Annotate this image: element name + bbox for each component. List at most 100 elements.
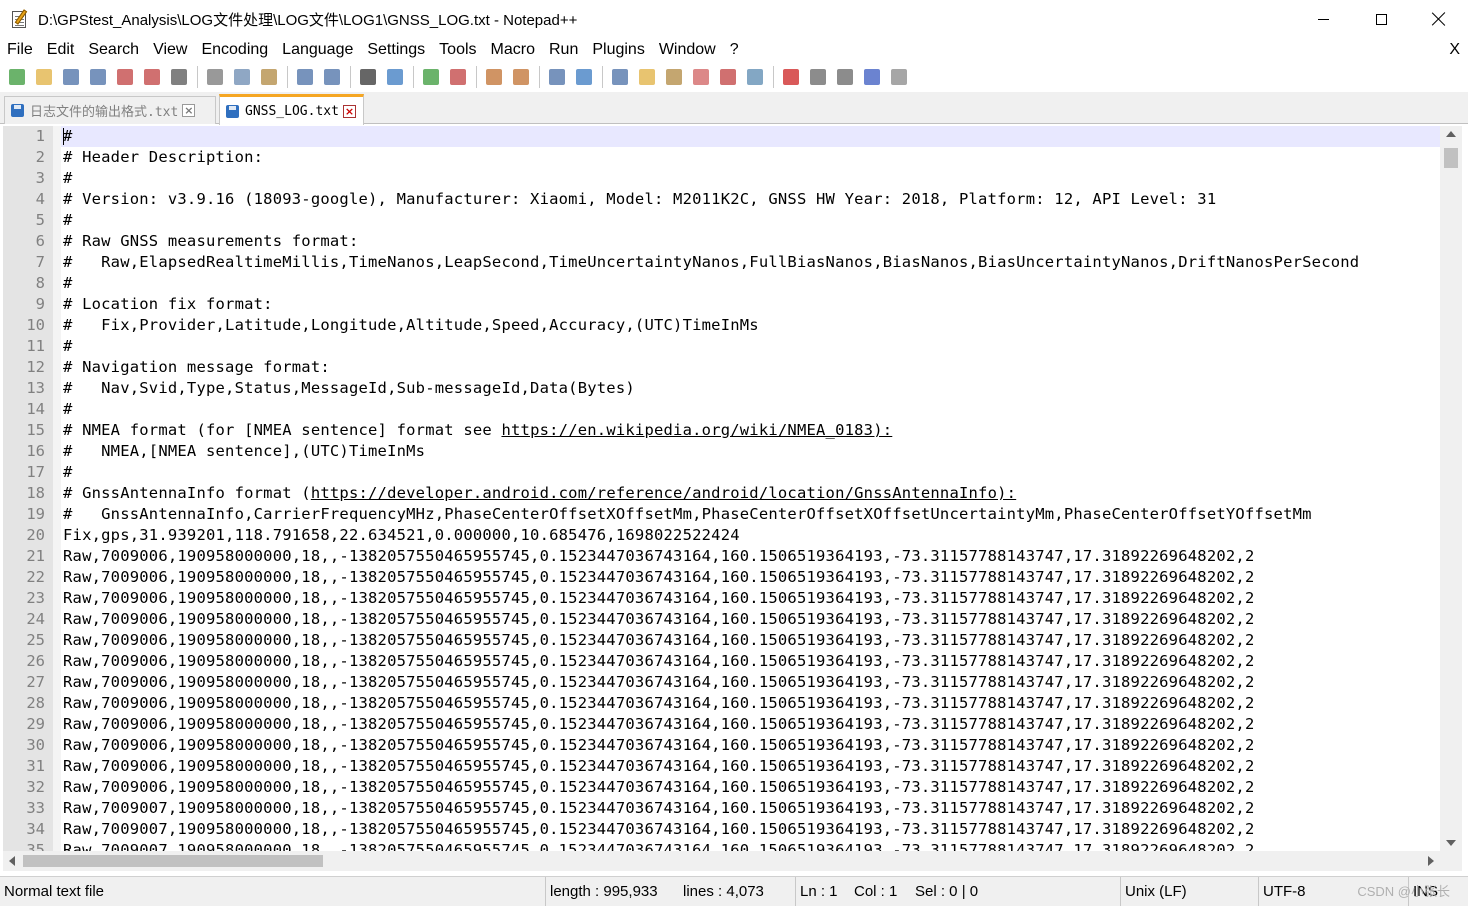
editor-line[interactable]: 9 # Location fix format: (3, 294, 1440, 315)
show-all-chars-icon[interactable] (573, 66, 595, 88)
editor-line[interactable]: 3 # (3, 168, 1440, 189)
menu-macro[interactable]: Macro (484, 38, 542, 62)
menu-view[interactable]: View (146, 38, 194, 62)
scroll-down-icon[interactable] (1446, 840, 1456, 846)
new-file-icon[interactable] (6, 66, 28, 88)
doc-list-icon[interactable] (717, 66, 739, 88)
save-macro-icon[interactable] (888, 66, 910, 88)
stop-macro-icon[interactable] (807, 66, 829, 88)
tab-gnss-log-txt[interactable]: GNSS_LOG.txt × (219, 94, 364, 125)
editor-line[interactable]: 23 Raw,7009006,190958000000,18,,-13820575… (3, 588, 1440, 609)
horizontal-scroll-thumb[interactable] (23, 855, 323, 867)
line-text: # (63, 211, 73, 229)
text-editor[interactable]: 1 #2 # Header Description: 3 #4 # Version: v3… (3, 126, 1440, 851)
scroll-left-icon[interactable] (9, 856, 15, 866)
doc-map-icon[interactable] (636, 66, 658, 88)
editor-line[interactable]: 22 Raw,7009006,190958000000,18,,-13820575… (3, 567, 1440, 588)
copy-icon[interactable] (231, 66, 253, 88)
editor-line[interactable]: 28 Raw,7009006,190958000000,18,,-13820575… (3, 693, 1440, 714)
close-all-icon[interactable] (141, 66, 163, 88)
cut-icon[interactable] (204, 66, 226, 88)
editor-line[interactable]: 4 # Version: v3.9.16 (18093-google), Manu… (3, 189, 1440, 210)
zoom-out-icon[interactable] (447, 66, 469, 88)
close-file-icon[interactable] (114, 66, 136, 88)
save-icon[interactable] (60, 66, 82, 88)
sync-horizontal-icon[interactable] (510, 66, 532, 88)
editor-line[interactable]: 1 # (3, 126, 1440, 147)
editor-line[interactable]: 29 Raw,7009006,190958000000,18,,-13820575… (3, 714, 1440, 735)
editor-line[interactable]: 33 Raw,7009007,190958000000,18,,-13820575… (3, 798, 1440, 819)
hyperlink[interactable]: https://en.wikipedia.org/wiki/NMEA_0183)… (501, 421, 892, 439)
editor-line[interactable]: 26 Raw,7009006,190958000000,18,,-13820575… (3, 651, 1440, 672)
replace-icon[interactable] (384, 66, 406, 88)
menu-window[interactable]: Window (652, 38, 723, 62)
editor-line[interactable]: 11 # (3, 336, 1440, 357)
close-document-button[interactable]: X (1449, 38, 1460, 62)
editor-line[interactable]: 14 # (3, 399, 1440, 420)
editor-line[interactable]: 13 # Nav,Svid,Type,Status,MessageId,Sub-m… (3, 378, 1440, 399)
menu-tools[interactable]: Tools (432, 38, 483, 62)
save-all-icon[interactable] (87, 66, 109, 88)
editor-line[interactable]: 16 # NMEA,[NMEA sentence],(UTC)TimeInMs (3, 441, 1440, 462)
editor-line[interactable]: 21 Raw,7009006,190958000000,18,,-13820575… (3, 546, 1440, 567)
close-tab-icon[interactable]: × (342, 104, 356, 118)
print-icon[interactable] (168, 66, 190, 88)
run-macro-multiple-icon[interactable] (861, 66, 883, 88)
menu-run[interactable]: Run (542, 38, 585, 62)
menu-edit[interactable]: Edit (40, 38, 82, 62)
scroll-right-icon[interactable] (1428, 856, 1434, 866)
menu-settings[interactable]: Settings (360, 38, 432, 62)
vertical-scrollbar[interactable] (1440, 126, 1462, 851)
editor-line[interactable]: 6 # Raw GNSS measurements format: (3, 231, 1440, 252)
menu-encoding[interactable]: Encoding (194, 38, 275, 62)
editor-line[interactable]: 12 # Navigation message format: (3, 357, 1440, 378)
word-wrap-icon[interactable] (546, 66, 568, 88)
editor-line[interactable]: 7 # Raw,ElapsedRealtimeMillis,TimeNanos,L… (3, 252, 1440, 273)
open-file-icon[interactable] (33, 66, 55, 88)
maximize-button[interactable] (1352, 0, 1410, 38)
indent-guide-icon[interactable] (609, 66, 631, 88)
notepad-plus-plus-app-icon[interactable] (10, 9, 30, 29)
editor-line[interactable]: 20 Fix,gps,31.939201,118.791658,22.634521… (3, 525, 1440, 546)
folder-workspace-icon[interactable] (690, 66, 712, 88)
editor-line[interactable]: 27 Raw,7009006,190958000000,18,,-13820575… (3, 672, 1440, 693)
editor-line[interactable]: 34 Raw,7009007,190958000000,18,,-13820575… (3, 819, 1440, 840)
record-macro-icon[interactable] (780, 66, 802, 88)
menu-help[interactable]: ? (723, 38, 746, 62)
editor-line[interactable]: 25 Raw,7009006,190958000000,18,,-13820575… (3, 630, 1440, 651)
scroll-up-icon[interactable] (1446, 131, 1456, 137)
monitoring-icon[interactable] (744, 66, 766, 88)
editor-line[interactable]: 30 Raw,7009006,190958000000,18,,-13820575… (3, 735, 1440, 756)
menu-file[interactable]: File (0, 38, 40, 62)
close-tab-icon[interactable]: × (182, 104, 196, 117)
editor-line[interactable]: 10 # Fix,Provider,Latitude,Longitude,Alti… (3, 315, 1440, 336)
menu-plugins[interactable]: Plugins (585, 38, 651, 62)
function-list-icon[interactable] (663, 66, 685, 88)
horizontal-scrollbar[interactable] (3, 851, 1440, 871)
zoom-in-icon[interactable] (420, 66, 442, 88)
close-window-button[interactable] (1410, 0, 1468, 38)
editor-line[interactable]: 18 # GnssAntennaInfo format (https://deve… (3, 483, 1440, 504)
find-icon[interactable] (357, 66, 379, 88)
editor-line[interactable]: 5 # (3, 210, 1440, 231)
menu-language[interactable]: Language (275, 38, 360, 62)
editor-line[interactable]: 32 Raw,7009006,190958000000,18,,-13820575… (3, 777, 1440, 798)
minimize-button[interactable] (1294, 0, 1352, 38)
editor-line[interactable]: 17 # (3, 462, 1440, 483)
editor-line[interactable]: 24 Raw,7009006,190958000000,18,,-13820575… (3, 609, 1440, 630)
editor-line[interactable]: 35 Raw,7009007,190958000000,18,,-13820575… (3, 840, 1440, 851)
paste-icon[interactable] (258, 66, 280, 88)
editor-line[interactable]: 15 # NMEA format (for [NMEA sentence] for… (3, 420, 1440, 441)
editor-line[interactable]: 31 Raw,7009006,190958000000,18,,-13820575… (3, 756, 1440, 777)
play-macro-icon[interactable] (834, 66, 856, 88)
sync-vertical-icon[interactable] (483, 66, 505, 88)
tab-output-format-txt[interactable]: 日志文件的输出格式.txt × (4, 96, 216, 124)
menu-search[interactable]: Search (81, 38, 146, 62)
redo-icon[interactable] (321, 66, 343, 88)
editor-line[interactable]: 2 # Header Description: (3, 147, 1440, 168)
undo-icon[interactable] (294, 66, 316, 88)
vertical-scroll-thumb[interactable] (1444, 148, 1458, 168)
editor-line[interactable]: 19 # GnssAntennaInfo,CarrierFrequencyMHz,… (3, 504, 1440, 525)
hyperlink[interactable]: https://developer.android.com/reference/… (311, 484, 1016, 502)
editor-line[interactable]: 8 # (3, 273, 1440, 294)
